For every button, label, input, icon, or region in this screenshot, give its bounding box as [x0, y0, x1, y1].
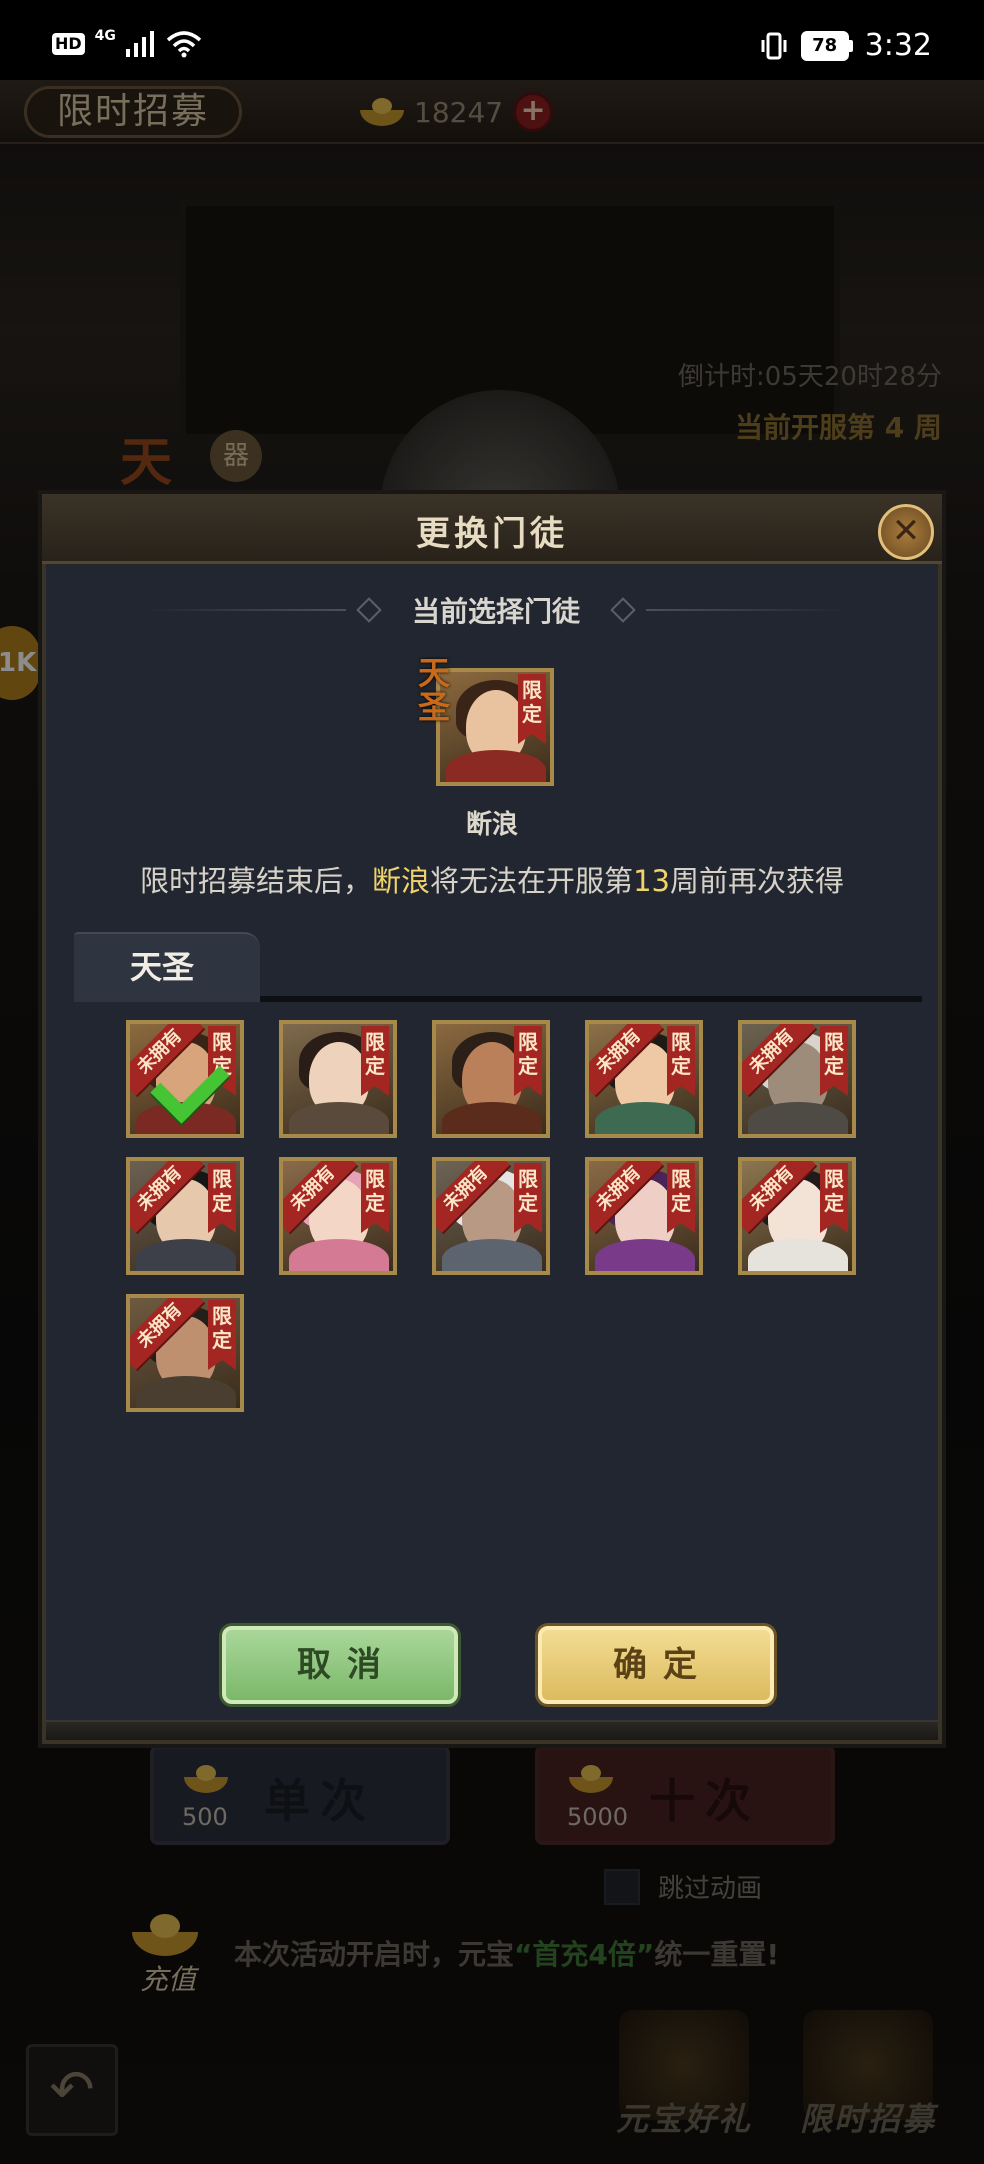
hero-portrait: 限定 未拥有 [585, 1157, 703, 1275]
limited-tag: 限定 [820, 1026, 848, 1096]
battery-icon: 78 [800, 30, 853, 61]
hero-card[interactable]: 限定 未拥有 [585, 1157, 703, 1275]
expiry-notice: 限时招募结束后，断浪将无法在开服第13周前再次获得 [140, 864, 844, 898]
limited-tag: 限定 [667, 1163, 695, 1233]
hero-portrait: 限定 未拥有 [279, 1157, 397, 1275]
limited-tag: 限定 [208, 1163, 236, 1233]
vibrate-icon [761, 32, 787, 59]
hero-portrait: 限定 未拥有 [126, 1294, 244, 1412]
hero-card[interactable]: 限定 未拥有 [126, 1294, 244, 1412]
close-button[interactable]: ✕ [878, 504, 934, 560]
hero-card[interactable]: 限定 未拥有 [126, 1020, 244, 1138]
status-bar: HD 4G 78 3:32 [0, 0, 984, 80]
limited-tag: 限定 [820, 1163, 848, 1233]
dialog-title: 更换门徒 [416, 514, 568, 554]
hero-card[interactable]: 限定 未拥有 [738, 1020, 856, 1138]
hero-card[interactable]: 限定 未拥有 [738, 1157, 856, 1275]
grade-tabs: 天圣 [74, 932, 922, 1002]
limited-tag: 限定 [361, 1163, 389, 1233]
hero-portrait: 限定 未拥有 [432, 1157, 550, 1275]
section-header: 当前选择门徒 [146, 590, 846, 630]
limited-tag: 限定 [514, 1163, 542, 1233]
battery-level: 78 [800, 30, 849, 61]
limited-tag: 限定 [361, 1026, 389, 1096]
change-disciple-dialog: 更换门徒 ✕ 当前选择门徒 天圣 限定 断浪 限时招募结束后，断浪将无法在开服第… [42, 494, 942, 1744]
wifi-icon [166, 31, 202, 58]
hd-badge: HD [52, 33, 85, 55]
confirm-button[interactable]: 确定 [538, 1626, 774, 1704]
close-icon: ✕ [891, 511, 921, 551]
hero-portrait: 限定 未拥有 [126, 1020, 244, 1138]
signal-icon [125, 31, 154, 57]
hero-portrait: 限定 未拥有 [738, 1157, 856, 1275]
current-hero-name: 断浪 [465, 810, 518, 840]
hero-portrait: 限定 未拥有 [585, 1020, 703, 1138]
hero-portrait: 限定 [279, 1020, 397, 1138]
hero-portrait: 限定 未拥有 [738, 1020, 856, 1138]
grade-mark: 天圣 [418, 654, 451, 726]
hero-portrait: 限定 未拥有 [126, 1157, 244, 1275]
hero-card[interactable]: 限定 未拥有 [279, 1157, 397, 1275]
hero-card[interactable]: 限定 未拥有 [585, 1020, 703, 1138]
cancel-button[interactable]: 取消 [222, 1626, 458, 1704]
hero-card[interactable]: 限定 [432, 1020, 550, 1138]
hero-portrait: 限定 [432, 1020, 550, 1138]
hero-card[interactable]: 限定 未拥有 [432, 1157, 550, 1275]
dialog-header: 更换门徒 ✕ [42, 494, 942, 564]
limited-tag: 限定 [518, 674, 546, 744]
tab-tiansheng[interactable]: 天圣 [74, 932, 260, 1002]
checkmark-icon [144, 1054, 220, 1114]
clock: 3:32 [864, 28, 932, 63]
hero-card[interactable]: 限定 [279, 1020, 397, 1138]
dialog-footer [46, 1720, 938, 1740]
network-type: 4G [94, 28, 116, 44]
limited-tag: 限定 [208, 1300, 236, 1370]
status-left: HD 4G [52, 28, 202, 58]
limited-tag: 限定 [667, 1026, 695, 1096]
hero-card[interactable]: 限定 未拥有 [126, 1157, 244, 1275]
limited-tag: 限定 [514, 1026, 542, 1096]
status-right: 78 3:32 [759, 28, 932, 63]
